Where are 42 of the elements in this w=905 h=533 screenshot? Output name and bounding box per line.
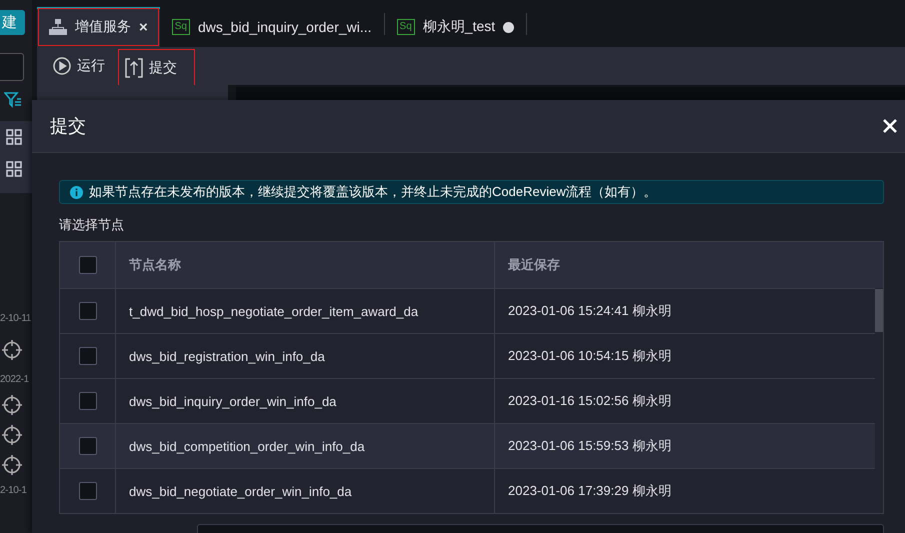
crosshair-icon[interactable] bbox=[2, 395, 22, 415]
table-cell-text: 2023-01-06 15:59:53 柳永明 bbox=[507, 437, 672, 455]
crosshair-icon[interactable] bbox=[2, 455, 22, 475]
checkbox[interactable] bbox=[78, 482, 96, 500]
editor-tab[interactable]: 增值服务 × bbox=[37, 7, 160, 47]
editor-tab[interactable]: Sq dws_bid_inquiry_order_wi... bbox=[160, 7, 384, 47]
info-icon bbox=[70, 186, 83, 198]
checkbox[interactable] bbox=[78, 437, 96, 455]
sql-file-icon: Sq bbox=[396, 19, 415, 35]
editor-tab[interactable]: Sq 柳永明_test bbox=[384, 7, 526, 47]
date-text: 2-10-1 bbox=[0, 485, 27, 496]
close-icon[interactable] bbox=[883, 119, 897, 133]
column-header: 最近保存 bbox=[507, 256, 561, 274]
table-cell: dws_bid_negotiate_order_win_info_da bbox=[116, 469, 495, 513]
grid-icon[interactable] bbox=[6, 161, 22, 177]
close-button[interactable]: × bbox=[139, 18, 148, 36]
notice-text: 如果节点存在未发布的版本，继续提交将覆盖该版本，并终止未完成的CodeReview流程（如有）。 bbox=[89, 183, 657, 201]
table-cell-text: 2023-01-06 15:24:41 柳永明 bbox=[507, 302, 672, 320]
search-field[interactable] bbox=[0, 53, 24, 81]
grid-icon[interactable] bbox=[6, 129, 22, 145]
table-cell-text: 2023-01-06 17:39:29 柳永明 bbox=[507, 482, 672, 500]
table-cell-text: 2023-01-16 15:02:56 柳永明 bbox=[507, 392, 672, 410]
play-icon bbox=[53, 57, 71, 75]
run-button[interactable]: 运行 bbox=[45, 47, 113, 85]
table-cell-text: 2023-01-06 10:54:15 柳永明 bbox=[507, 347, 672, 365]
dialog-title: 提交 bbox=[50, 115, 86, 138]
new-button[interactable]: 建 bbox=[0, 10, 25, 35]
date-text: 2022-1 bbox=[0, 374, 29, 385]
filter-icon[interactable] bbox=[4, 91, 22, 109]
sql-file-icon: Sq bbox=[172, 19, 190, 35]
date-text: 2-10-11 bbox=[0, 313, 31, 324]
checkbox[interactable] bbox=[78, 392, 96, 410]
section-label: 请选择节点 bbox=[59, 216, 125, 234]
crosshair-icon[interactable] bbox=[2, 425, 22, 445]
upload-icon bbox=[125, 58, 143, 78]
submit-button[interactable]: 提交 bbox=[117, 48, 196, 88]
checkbox[interactable] bbox=[78, 256, 96, 274]
hierarchy-icon bbox=[49, 19, 67, 35]
scrollbar-thumb[interactable] bbox=[875, 289, 883, 332]
checkbox[interactable] bbox=[78, 302, 96, 320]
crosshair-icon[interactable] bbox=[2, 340, 22, 360]
checkbox[interactable] bbox=[78, 347, 96, 365]
